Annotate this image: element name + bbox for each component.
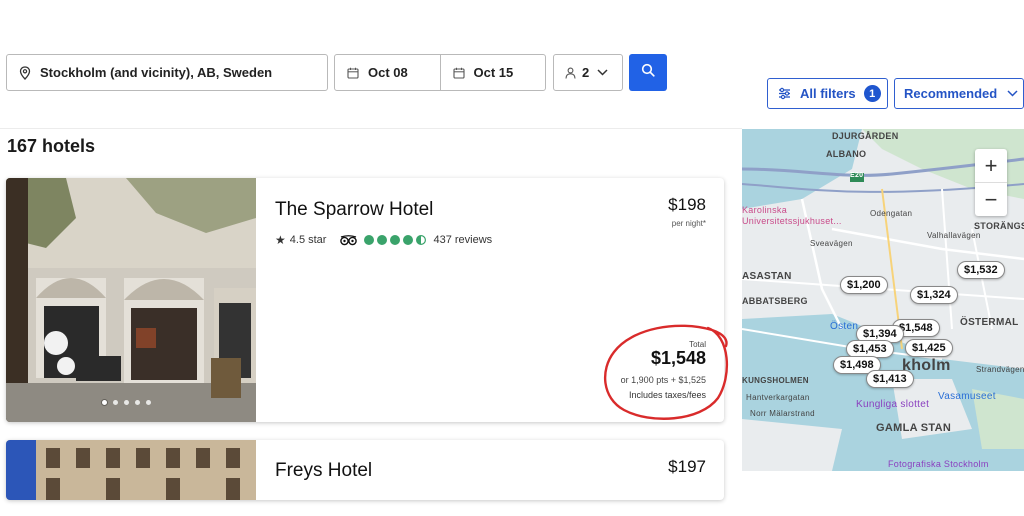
map-label: Kungliga slottet [856, 399, 930, 410]
map-label: E20 [850, 172, 864, 179]
map-label: ASASTAN [742, 271, 792, 282]
map-zoom-controls: + − [975, 149, 1007, 216]
sort-dropdown[interactable]: Recommended [894, 78, 1024, 109]
map-label: Sveavägen [810, 239, 853, 248]
tripadvisor-bubbles [363, 234, 427, 246]
checkout-date[interactable]: Oct 15 [439, 55, 546, 90]
nightly-price: $198 [668, 195, 706, 214]
checkin-date[interactable]: Oct 08 [335, 55, 440, 90]
checkout-value: Oct 15 [473, 65, 514, 80]
map-label: ALBANO [826, 149, 867, 159]
zoom-in-button[interactable]: + [975, 149, 1007, 182]
chevron-down-icon [597, 69, 608, 76]
date-range-field[interactable]: Oct 08 Oct 15 [334, 54, 546, 91]
red-circle-annotation [603, 324, 729, 420]
photo-dot[interactable] [113, 400, 118, 405]
map-label: Valhallavägen [927, 231, 981, 240]
map-label: DJURGÅRDEN [832, 131, 899, 141]
map-label: Strandvägen [976, 365, 1024, 374]
map-label: KUNGSHOLMEN [742, 376, 809, 385]
location-field[interactable]: Stockholm (and vicinity), AB, Sweden [6, 54, 328, 91]
nightly-price: $197 [668, 457, 706, 476]
photo-pagination[interactable] [102, 400, 151, 405]
star-class: 4.5 star [289, 234, 327, 246]
zoom-out-button[interactable]: − [975, 182, 1007, 216]
photo-dot[interactable] [102, 400, 107, 405]
map-label: ABBATSBERG [742, 296, 808, 306]
filter-count-badge: 1 [863, 85, 881, 102]
all-filters-button[interactable]: All filters 1 [767, 78, 888, 109]
sort-label: Recommended [904, 86, 998, 101]
map-label: Odengatan [870, 209, 913, 218]
checkin-value: Oct 08 [368, 65, 408, 80]
location-value: Stockholm (and vicinity), AB, Sweden [40, 65, 273, 80]
map-label: GAMLA STAN [876, 422, 952, 434]
person-icon [565, 67, 576, 79]
photo-dot[interactable] [146, 400, 151, 405]
map-label: Norr Mälarstrand [750, 409, 815, 418]
hotel-card[interactable]: Freys Hotel $197 [6, 440, 724, 500]
calendar-icon [452, 67, 465, 79]
header-divider [0, 128, 742, 129]
map-price-marker[interactable]: $1,413 [866, 370, 914, 388]
map-label: Universitetssjukhuset... [742, 216, 842, 226]
guests-selector[interactable]: 2 [553, 54, 623, 91]
map-label: Östen [830, 321, 859, 332]
map-price-marker[interactable]: $1,425 [905, 339, 953, 357]
map-label: Hantverkargatan [746, 393, 810, 402]
hotel-name[interactable]: The Sparrow Hotel [275, 199, 433, 221]
results-count: 167 hotels [7, 136, 96, 156]
location-pin-icon [19, 65, 31, 80]
hotel-name[interactable]: Freys Hotel [275, 460, 372, 482]
map-price-marker[interactable]: $1,532 [957, 261, 1005, 279]
nightly-label: per night* [671, 219, 706, 228]
map-label: Vasamuseet [938, 391, 996, 402]
map-price-marker[interactable]: $1,200 [840, 276, 888, 294]
all-filters-label: All filters [800, 86, 856, 101]
map-label: Karolinska [742, 205, 788, 215]
calendar-icon [347, 67, 359, 79]
hotel-rating-row: ★ 4.5 star 437 reviews [275, 233, 492, 247]
map-label: Fotografiska Stockholm [888, 459, 989, 469]
photo-dot[interactable] [135, 400, 140, 405]
hotel-photo[interactable] [6, 440, 256, 500]
map-price-marker[interactable]: $1,324 [910, 286, 958, 304]
star-icon: ★ [275, 233, 286, 247]
sliders-icon [778, 87, 791, 100]
photo-dot[interactable] [124, 400, 129, 405]
search-button[interactable] [629, 54, 667, 91]
map-label: ÖSTERMAL [960, 317, 1019, 328]
hotel-photo[interactable] [6, 178, 256, 422]
tripadvisor-owl-icon [340, 234, 358, 246]
guests-value: 2 [582, 65, 590, 80]
search-icon [641, 63, 655, 82]
review-count[interactable]: 437 reviews [433, 234, 492, 246]
map-label: STORÄNGSB [974, 221, 1024, 231]
chevron-down-icon [1007, 90, 1018, 97]
